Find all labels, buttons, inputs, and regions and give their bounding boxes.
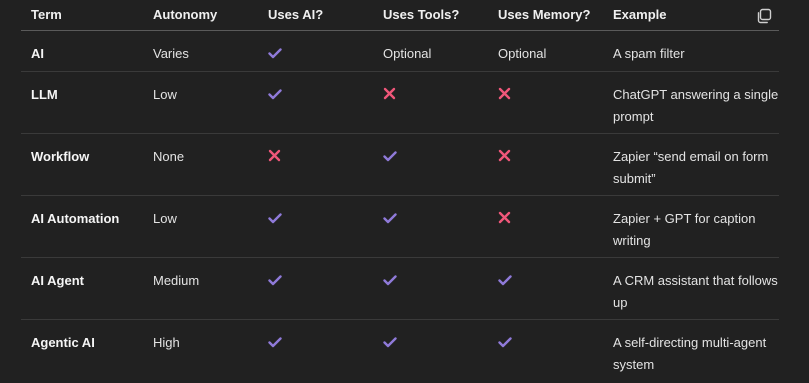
header-term: Term	[31, 7, 62, 22]
check-icon	[383, 333, 397, 355]
header-autonomy: Autonomy	[153, 7, 218, 22]
check-icon	[498, 271, 512, 293]
uses-ai-cell	[258, 208, 373, 231]
header-example: Example	[613, 7, 667, 22]
copy-icon[interactable]	[755, 7, 773, 25]
autonomy-cell: Low	[153, 211, 177, 226]
term-cell: LLM	[31, 87, 58, 102]
example-cell: ChatGPT answering a single prompt	[613, 87, 779, 124]
uses-tools-cell	[373, 146, 488, 169]
cross-icon	[383, 85, 396, 107]
table-row: AI Varies Optional Optional A spam filter	[21, 31, 779, 72]
uses-tools-cell	[373, 332, 488, 355]
uses-ai-cell	[258, 84, 373, 107]
check-icon	[498, 333, 512, 355]
autonomy-cell: Varies	[153, 46, 189, 61]
uses-memory-cell	[488, 146, 603, 169]
autonomy-cell: Low	[153, 87, 177, 102]
header-uses-ai: Uses AI?	[268, 7, 324, 22]
table-body: AI Varies Optional Optional A spam filter LLM…	[21, 31, 779, 382]
example-cell: A CRM assistant that follows up	[613, 273, 778, 310]
check-icon	[268, 333, 282, 355]
check-icon	[268, 44, 282, 66]
autonomy-cell: None	[153, 149, 185, 164]
uses-tools-cell	[373, 208, 488, 231]
term-cell: AI	[31, 46, 44, 61]
comparison-table: Term Autonomy Uses AI? Uses Tools? Uses …	[21, 0, 779, 382]
table-row: AI Automation Low Zapier + GPT for caption…	[21, 196, 779, 258]
example-cell: A spam filter	[613, 46, 685, 61]
autonomy-cell: Medium	[153, 273, 200, 288]
cross-icon	[498, 209, 511, 231]
table-header-row: Term Autonomy Uses AI? Uses Tools? Uses …	[21, 0, 779, 31]
table-row: LLM Low ChatGPT answering a single prompt	[21, 72, 779, 134]
uses-memory-cell	[488, 84, 603, 107]
uses-memory-cell	[488, 270, 603, 293]
cross-icon	[498, 147, 511, 169]
check-icon	[268, 209, 282, 231]
example-cell: Zapier + GPT for caption writing	[613, 211, 756, 248]
example-cell: Zapier “send email on form submit”	[613, 149, 769, 186]
term-cell: Workflow	[31, 149, 90, 164]
uses-memory-cell	[488, 332, 603, 355]
uses-memory-cell	[488, 208, 603, 231]
check-icon	[383, 209, 397, 231]
check-icon	[383, 271, 397, 293]
uses-tools-cell	[373, 84, 488, 107]
check-icon	[383, 147, 397, 169]
term-cell: Agentic AI	[31, 335, 95, 350]
check-icon	[268, 85, 282, 107]
uses-memory-cell: Optional	[498, 46, 547, 61]
cross-icon	[268, 147, 281, 169]
uses-tools-cell: Optional	[383, 46, 432, 61]
table-row: AI Agent Medium A CRM assistant that follo…	[21, 258, 779, 320]
header-uses-memory: Uses Memory?	[498, 7, 591, 22]
uses-ai-cell	[258, 270, 373, 293]
term-cell: AI Automation	[31, 211, 120, 226]
check-icon	[268, 271, 282, 293]
uses-ai-cell	[258, 146, 373, 169]
uses-tools-cell	[373, 270, 488, 293]
uses-ai-cell	[258, 332, 373, 355]
table-row: Workflow None Zapier “send email on form s…	[21, 134, 779, 196]
autonomy-cell: High	[153, 335, 180, 350]
example-cell: A self-directing multi-agent system	[613, 335, 767, 372]
header-uses-tools: Uses Tools?	[383, 7, 460, 22]
cross-icon	[498, 85, 511, 107]
table-row: Agentic AI High A self-directing multi-age…	[21, 320, 779, 382]
term-cell: AI Agent	[31, 273, 84, 288]
uses-ai-cell	[258, 43, 373, 66]
